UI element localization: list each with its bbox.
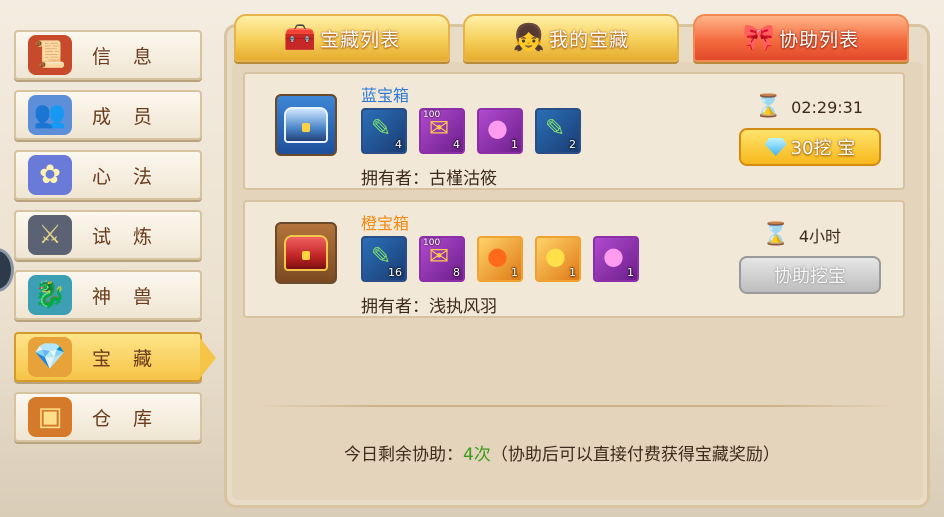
sidebar-item-info[interactable]: 📜 信 息 [14, 30, 202, 80]
timer: ⌛ 4小时 [762, 220, 841, 250]
purple-orb-icon[interactable]: ● 1 [593, 236, 639, 282]
item-count: 2 [569, 138, 576, 151]
tab-label: 协助列表 [779, 28, 860, 51]
sidebar-item-label: 宝 藏 [92, 347, 161, 370]
item-count: 1 [511, 266, 518, 279]
green-scroll-icon[interactable]: ✎ 4 [361, 108, 407, 154]
tab-label: 宝藏列表 [320, 28, 401, 51]
chest-icon: ▣ [28, 397, 72, 437]
edge-portal-icon[interactable] [0, 248, 14, 292]
blue-chest-icon [275, 94, 337, 156]
reward-items: ✎ 16 100 ✉ 8 ● 1 ● 1 ● 1 [361, 236, 639, 282]
item-count: 4 [453, 138, 460, 151]
item-count: 1 [569, 266, 576, 279]
footer-prefix: 今日剩余协助： [344, 445, 463, 465]
twins-icon: 👥 [28, 95, 72, 135]
timer-text: 4小时 [798, 227, 841, 246]
dragon-icon: 🐉 [28, 275, 72, 315]
item-count: 1 [627, 266, 634, 279]
sidebar-item-warehouse[interactable]: ▣ 仓 库 [14, 392, 202, 442]
pink-avatar-icon: 🎀 [742, 23, 776, 53]
sidebar-item-label: 仓 库 [92, 407, 161, 430]
tab-my-treasure[interactable]: 👧 我的宝藏 [463, 14, 679, 62]
sidebar-item-label: 心 法 [92, 165, 161, 188]
sidebar-item-treasure[interactable]: 💎 宝 藏 [14, 332, 216, 382]
assist-card: 蓝宝箱 ✎ 4 100 ✉ 4 ● 1 ✎ 2 拥有者：古槿沽筱 ⌛ 02:29… [243, 72, 905, 190]
sidebar-item-label: 神 兽 [92, 285, 161, 308]
item-count: 8 [453, 266, 460, 279]
box-name: 橙宝箱 [361, 214, 410, 233]
sidebar-item-label: 成 员 [92, 105, 161, 128]
sidebar-item-skills[interactable]: ✿ 心 法 [14, 150, 202, 200]
reward-items: ✎ 4 100 ✉ 4 ● 1 ✎ 2 [361, 108, 581, 154]
diamond-icon [764, 138, 787, 156]
item-count: 4 [395, 138, 402, 151]
dig-treasure-button[interactable]: 30挖 宝 [739, 128, 881, 166]
green-scroll-icon[interactable]: ✎ 2 [535, 108, 581, 154]
hourglass-icon: ⌛ [754, 94, 782, 119]
lotus-scroll-icon: ✿ [28, 155, 72, 195]
assist-card: 橙宝箱 ✎ 16 100 ✉ 8 ● 1 ● 1 ● 1 拥有者：浅执风羽 ⌛ … [243, 200, 905, 318]
ticket-icon[interactable]: 100 ✉ 4 [419, 108, 465, 154]
sidebar-item-label: 信 息 [92, 45, 161, 68]
sidebar-item-beast[interactable]: 🐉 神 兽 [14, 270, 202, 320]
sidebar-item-label: 试 炼 [92, 225, 161, 248]
tab-label: 我的宝藏 [549, 28, 630, 51]
owner-text: 拥有者：古槿沽筱 [361, 169, 497, 189]
divider [256, 405, 896, 407]
purple-orb-icon[interactable]: ● 1 [477, 108, 523, 154]
hourglass-icon: ⌛ [762, 222, 790, 247]
timer: ⌛ 02:29:31 [754, 92, 863, 122]
assist-dig-button[interactable]: 协助挖宝 [739, 256, 881, 294]
assist-count: 4次 [463, 445, 491, 465]
sword-stone-icon: ⚔ [28, 215, 72, 255]
green-scroll-icon[interactable]: ✎ 16 [361, 236, 407, 282]
button-label: 协助挖宝 [774, 266, 846, 287]
sidebar-item-trial[interactable]: ⚔ 试 炼 [14, 210, 202, 260]
sidebar-item-members[interactable]: 👥 成 员 [14, 90, 202, 140]
tab-assist-list[interactable]: 🎀 协助列表 [693, 14, 909, 62]
timer-text: 02:29:31 [791, 97, 863, 117]
purple-chest-icon: 🧰 [283, 23, 317, 53]
orange-chest-icon [275, 222, 337, 284]
scroll-icon: 📜 [28, 35, 72, 75]
gold-orb-icon[interactable]: ● 1 [535, 236, 581, 282]
box-name: 蓝宝箱 [361, 86, 410, 105]
item-count: 16 [388, 266, 402, 279]
footer-note: （协助后可以直接付费获得宝藏奖励） [490, 445, 780, 465]
treasure-gems-icon: 💎 [28, 337, 72, 377]
tab-treasure-list[interactable]: 🧰 宝藏列表 [234, 14, 450, 62]
girl-avatar-icon: 👧 [512, 23, 546, 53]
item-count: 1 [511, 138, 518, 151]
owner-text: 拥有者：浅执风羽 [361, 297, 497, 317]
ticket-icon[interactable]: 100 ✉ 8 [419, 236, 465, 282]
button-label: 30挖 宝 [790, 138, 856, 159]
gold-orb-icon[interactable]: ● 1 [477, 236, 523, 282]
assist-remaining-text: 今日剩余协助：4次（协助后可以直接付费获得宝藏奖励） [344, 440, 780, 465]
